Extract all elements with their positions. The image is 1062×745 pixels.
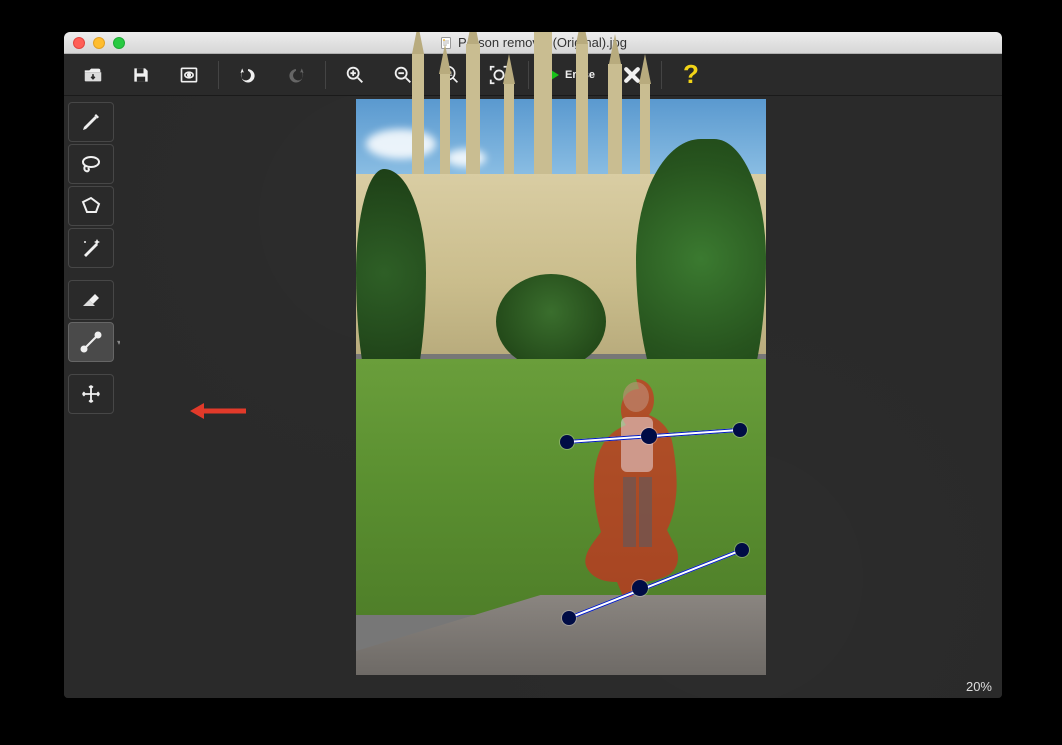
- svg-text:?: ?: [683, 62, 699, 88]
- guide-handle[interactable]: [735, 543, 749, 557]
- guide-handle[interactable]: [562, 611, 576, 625]
- help-button[interactable]: ?: [668, 57, 714, 93]
- magic-wand-icon: [79, 236, 103, 260]
- guide-handle[interactable]: [632, 580, 648, 596]
- undo-button[interactable]: [225, 57, 271, 93]
- undo-icon: [237, 65, 259, 85]
- canvas-area[interactable]: 20%: [120, 96, 1002, 698]
- tool-sidebar: ▾: [64, 96, 120, 698]
- eraser-tool[interactable]: [68, 280, 114, 320]
- save-icon: [131, 65, 151, 85]
- guide-handle[interactable]: [560, 435, 574, 449]
- marker-tool[interactable]: [68, 102, 114, 142]
- lasso-tool[interactable]: [68, 144, 114, 184]
- workspace: ▾: [64, 96, 1002, 698]
- move-icon: [80, 383, 102, 405]
- zoom-in-button[interactable]: [332, 57, 378, 93]
- toolbar-separator: [218, 61, 219, 89]
- open-button[interactable]: [70, 57, 116, 93]
- preview-button[interactable]: [166, 57, 212, 93]
- minimize-window-button[interactable]: [93, 37, 105, 49]
- zoom-out-icon: [392, 64, 414, 86]
- window-controls: [64, 37, 125, 49]
- guide-handle[interactable]: [641, 428, 657, 444]
- polygon-icon: [79, 194, 103, 218]
- move-tool[interactable]: [68, 374, 114, 414]
- polygon-lasso-tool[interactable]: [68, 186, 114, 226]
- toolbar-separator: [528, 61, 529, 89]
- open-icon: [82, 64, 104, 86]
- save-button[interactable]: [118, 57, 164, 93]
- window-title: Person removal (Original).jpg: [64, 35, 1002, 50]
- toolbar-separator: [325, 61, 326, 89]
- image-canvas[interactable]: [356, 99, 766, 675]
- top-toolbar: 1:1 Erase ?: [64, 54, 1002, 96]
- magic-wand-tool[interactable]: [68, 228, 114, 268]
- marker-icon: [79, 110, 103, 134]
- redo-icon: [285, 65, 307, 85]
- help-icon: ?: [682, 62, 700, 88]
- preview-icon: [178, 65, 200, 85]
- lasso-icon: [79, 152, 103, 176]
- eraser-icon: [79, 288, 103, 312]
- zoom-fit-button[interactable]: [476, 57, 522, 93]
- toolbar-separator: [661, 61, 662, 89]
- guide-handle[interactable]: [733, 423, 747, 437]
- selection-mask: [581, 377, 691, 597]
- redo-button[interactable]: [273, 57, 319, 93]
- close-window-button[interactable]: [73, 37, 85, 49]
- line-icon: [79, 330, 103, 354]
- app-window: Person removal (Original).jpg: [64, 32, 1002, 698]
- zoom-level: 20%: [966, 679, 992, 694]
- titlebar: Person removal (Original).jpg: [64, 32, 1002, 54]
- zoom-window-button[interactable]: [113, 37, 125, 49]
- zoom-in-icon: [344, 64, 366, 86]
- line-tool[interactable]: ▾: [68, 322, 114, 362]
